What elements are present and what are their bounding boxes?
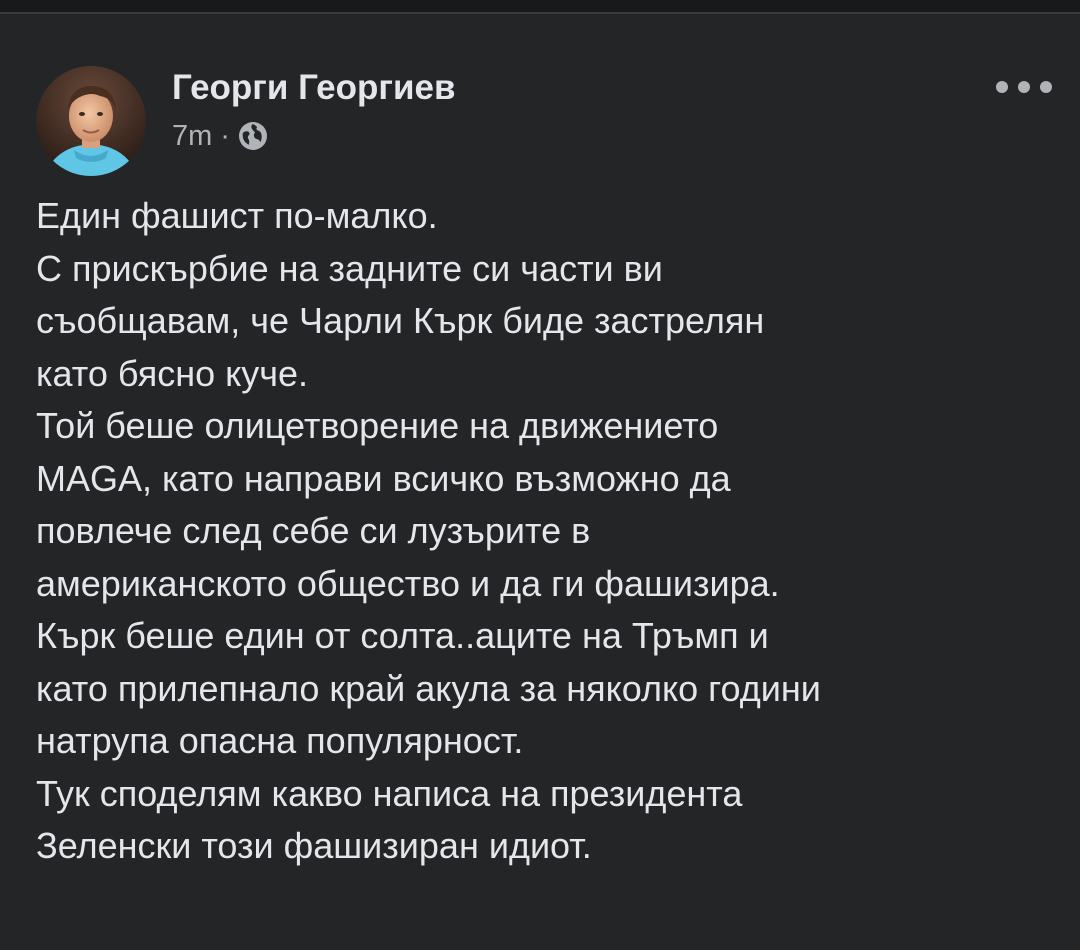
author-name[interactable]: Георги Георгиев — [172, 68, 455, 108]
post-line: американското общество и да ги фашизира. — [36, 562, 780, 604]
more-dot — [1018, 81, 1030, 93]
post-card: Георги Георгиев 7m · Един фашист по-малк… — [0, 14, 1080, 950]
avatar[interactable] — [36, 66, 146, 176]
post-line: С прискърбие на задните си части ви — [36, 247, 663, 289]
post-line: натрупа опасна популярност. — [36, 720, 524, 761]
more-dot — [996, 81, 1008, 93]
post-line: Тук споделям какво написа на президента — [36, 772, 743, 814]
post-line: MAGA, като направи всичко възможно да — [36, 457, 731, 499]
meta-separator: · — [220, 119, 230, 152]
more-options-button[interactable] — [996, 74, 1052, 100]
post-body: Един фашист по-малко. С прискърбие на за… — [36, 190, 1056, 873]
post-timestamp[interactable]: 7m — [172, 120, 212, 153]
post-line: съобщавам, че Чарли Кърк биде застрелян — [36, 300, 765, 341]
avatar-photo — [36, 66, 146, 176]
post-line: Зеленски този фашизиран идиот. — [36, 825, 592, 866]
more-dot — [1040, 81, 1052, 93]
post-meta: 7m · — [172, 118, 267, 154]
top-edge — [0, 0, 1080, 12]
post-line: Той беше олицетворение на движението — [36, 405, 719, 446]
post-line: Един фашист по-малко. — [36, 195, 438, 236]
post-line: като бясно куче. — [36, 352, 309, 394]
post-line: Кърк беше един от солта..аците на Тръмп … — [36, 615, 769, 656]
post-line: като прилепнало край акула за няколко го… — [36, 667, 821, 709]
post-line: повлече след себе си лузърите в — [36, 510, 591, 551]
globe-icon — [238, 122, 267, 150]
